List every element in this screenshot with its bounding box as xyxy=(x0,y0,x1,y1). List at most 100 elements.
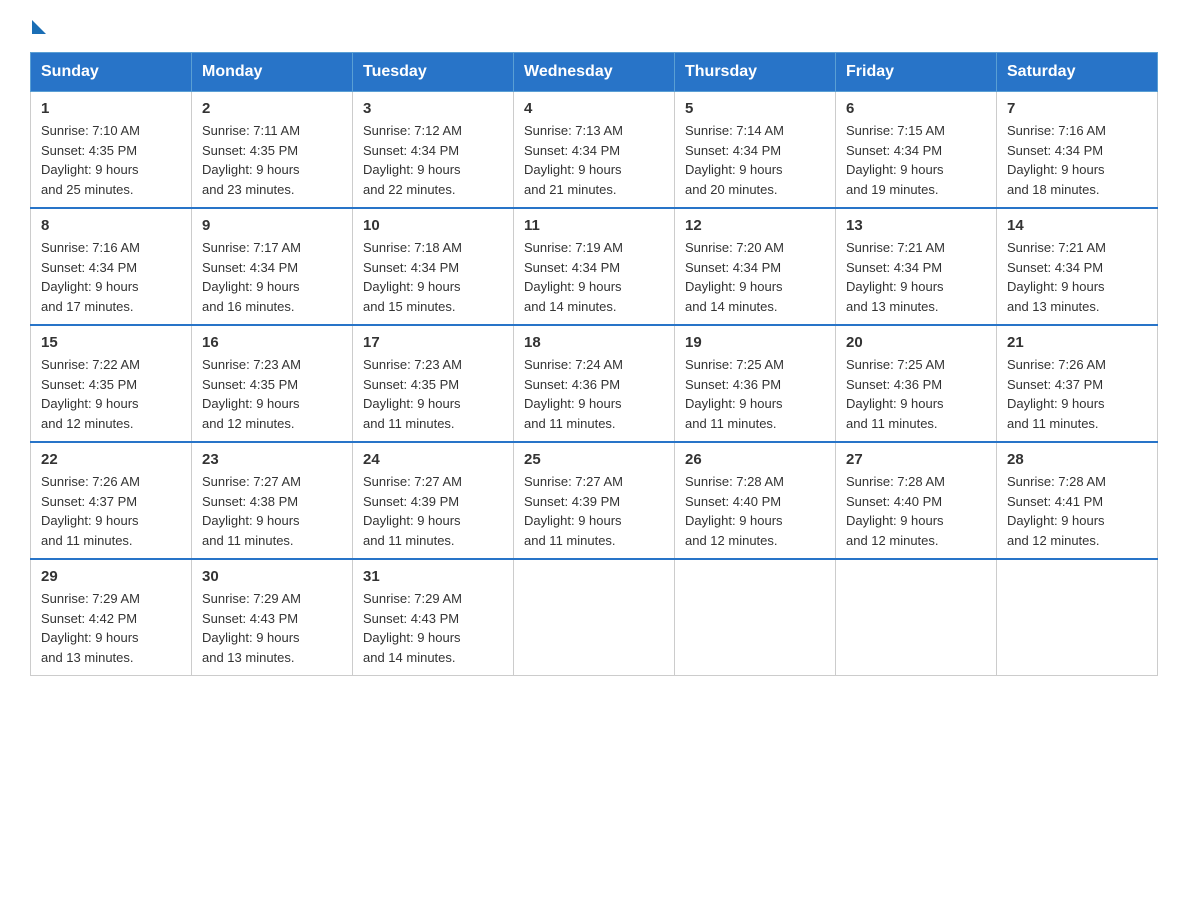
calendar-cell xyxy=(836,559,997,676)
calendar-cell: 14Sunrise: 7:21 AMSunset: 4:34 PMDayligh… xyxy=(997,208,1158,325)
header-wednesday: Wednesday xyxy=(514,53,675,92)
calendar-week-row: 8 Sunrise: 7:16 AMSunset: 4:34 PMDaylight… xyxy=(31,208,1158,325)
day-number: 3 xyxy=(363,100,503,117)
day-number: 1 xyxy=(41,100,181,117)
calendar-cell: 16 Sunrise: 7:23 AMSunset: 4:35 PMDayligh… xyxy=(192,325,353,442)
day-info: Sunrise: 7:29 AMSunset: 4:43 PMDaylight:… xyxy=(202,589,342,667)
calendar-cell: 20 Sunrise: 7:25 AMSunset: 4:36 PMDayligh… xyxy=(836,325,997,442)
day-info: Sunrise: 7:17 AMSunset: 4:34 PMDaylight:… xyxy=(202,238,342,316)
calendar-table: SundayMondayTuesdayWednesdayThursdayFrid… xyxy=(30,52,1158,676)
calendar-cell: 10 Sunrise: 7:18 AMSunset: 4:34 PMDayligh… xyxy=(353,208,514,325)
calendar-cell: 12 Sunrise: 7:20 AMSunset: 4:34 PMDayligh… xyxy=(675,208,836,325)
calendar-cell: 5 Sunrise: 7:14 AMSunset: 4:34 PMDaylight… xyxy=(675,92,836,209)
calendar-cell: 11 Sunrise: 7:19 AMSunset: 4:34 PMDayligh… xyxy=(514,208,675,325)
calendar-cell: 24 Sunrise: 7:27 AMSunset: 4:39 PMDayligh… xyxy=(353,442,514,559)
day-info: Sunrise: 7:24 AMSunset: 4:36 PMDaylight:… xyxy=(524,355,664,433)
day-number: 20 xyxy=(846,334,986,351)
day-number: 27 xyxy=(846,451,986,468)
day-info: Sunrise: 7:10 AMSunset: 4:35 PMDaylight:… xyxy=(41,121,181,199)
day-number: 9 xyxy=(202,217,342,234)
calendar-cell: 8 Sunrise: 7:16 AMSunset: 4:34 PMDaylight… xyxy=(31,208,192,325)
logo-triangle-icon xyxy=(32,20,46,34)
calendar-cell: 25 Sunrise: 7:27 AMSunset: 4:39 PMDayligh… xyxy=(514,442,675,559)
day-number: 5 xyxy=(685,100,825,117)
day-info: Sunrise: 7:29 AMSunset: 4:43 PMDaylight:… xyxy=(363,589,503,667)
calendar-cell: 7Sunrise: 7:16 AMSunset: 4:34 PMDaylight… xyxy=(997,92,1158,209)
calendar-cell: 6Sunrise: 7:15 AMSunset: 4:34 PMDaylight… xyxy=(836,92,997,209)
calendar-cell: 19Sunrise: 7:25 AMSunset: 4:36 PMDayligh… xyxy=(675,325,836,442)
calendar-cell xyxy=(514,559,675,676)
day-info: Sunrise: 7:26 AMSunset: 4:37 PMDaylight:… xyxy=(1007,355,1147,433)
calendar-cell: 28 Sunrise: 7:28 AMSunset: 4:41 PMDayligh… xyxy=(997,442,1158,559)
calendar-cell: 26 Sunrise: 7:28 AMSunset: 4:40 PMDayligh… xyxy=(675,442,836,559)
header-sunday: Sunday xyxy=(31,53,192,92)
day-number: 28 xyxy=(1007,451,1147,468)
day-number: 12 xyxy=(685,217,825,234)
day-number: 13 xyxy=(846,217,986,234)
day-info: Sunrise: 7:12 AMSunset: 4:34 PMDaylight:… xyxy=(363,121,503,199)
calendar-cell: 1 Sunrise: 7:10 AMSunset: 4:35 PMDaylight… xyxy=(31,92,192,209)
day-info: Sunrise: 7:28 AMSunset: 4:40 PMDaylight:… xyxy=(685,472,825,550)
calendar-cell: 30Sunrise: 7:29 AMSunset: 4:43 PMDayligh… xyxy=(192,559,353,676)
day-number: 25 xyxy=(524,451,664,468)
calendar-cell: 27Sunrise: 7:28 AMSunset: 4:40 PMDayligh… xyxy=(836,442,997,559)
day-info: Sunrise: 7:18 AMSunset: 4:34 PMDaylight:… xyxy=(363,238,503,316)
day-number: 15 xyxy=(41,334,181,351)
day-info: Sunrise: 7:23 AMSunset: 4:35 PMDaylight:… xyxy=(202,355,342,433)
day-info: Sunrise: 7:23 AMSunset: 4:35 PMDaylight:… xyxy=(363,355,503,433)
page-header xyxy=(30,20,1158,32)
day-info: Sunrise: 7:13 AMSunset: 4:34 PMDaylight:… xyxy=(524,121,664,199)
day-number: 8 xyxy=(41,217,181,234)
header-friday: Friday xyxy=(836,53,997,92)
calendar-cell xyxy=(997,559,1158,676)
day-number: 7 xyxy=(1007,100,1147,117)
day-number: 4 xyxy=(524,100,664,117)
day-number: 31 xyxy=(363,568,503,585)
day-info: Sunrise: 7:28 AMSunset: 4:41 PMDaylight:… xyxy=(1007,472,1147,550)
calendar-cell: 22Sunrise: 7:26 AMSunset: 4:37 PMDayligh… xyxy=(31,442,192,559)
calendar-header-row: SundayMondayTuesdayWednesdayThursdayFrid… xyxy=(31,53,1158,92)
logo xyxy=(30,20,46,32)
calendar-cell: 2Sunrise: 7:11 AMSunset: 4:35 PMDaylight… xyxy=(192,92,353,209)
day-number: 10 xyxy=(363,217,503,234)
calendar-cell: 23 Sunrise: 7:27 AMSunset: 4:38 PMDayligh… xyxy=(192,442,353,559)
calendar-cell: 31 Sunrise: 7:29 AMSunset: 4:43 PMDayligh… xyxy=(353,559,514,676)
calendar-cell: 15 Sunrise: 7:22 AMSunset: 4:35 PMDayligh… xyxy=(31,325,192,442)
day-number: 26 xyxy=(685,451,825,468)
calendar-cell xyxy=(675,559,836,676)
calendar-cell: 4 Sunrise: 7:13 AMSunset: 4:34 PMDaylight… xyxy=(514,92,675,209)
day-info: Sunrise: 7:20 AMSunset: 4:34 PMDaylight:… xyxy=(685,238,825,316)
day-info: Sunrise: 7:27 AMSunset: 4:39 PMDaylight:… xyxy=(363,472,503,550)
day-info: Sunrise: 7:27 AMSunset: 4:39 PMDaylight:… xyxy=(524,472,664,550)
day-info: Sunrise: 7:19 AMSunset: 4:34 PMDaylight:… xyxy=(524,238,664,316)
day-info: Sunrise: 7:25 AMSunset: 4:36 PMDaylight:… xyxy=(685,355,825,433)
day-number: 16 xyxy=(202,334,342,351)
header-tuesday: Tuesday xyxy=(353,53,514,92)
day-number: 24 xyxy=(363,451,503,468)
day-info: Sunrise: 7:25 AMSunset: 4:36 PMDaylight:… xyxy=(846,355,986,433)
day-number: 6 xyxy=(846,100,986,117)
day-number: 29 xyxy=(41,568,181,585)
day-number: 23 xyxy=(202,451,342,468)
day-number: 17 xyxy=(363,334,503,351)
day-info: Sunrise: 7:21 AMSunset: 4:34 PMDaylight:… xyxy=(846,238,986,316)
day-info: Sunrise: 7:21 AMSunset: 4:34 PMDaylight:… xyxy=(1007,238,1147,316)
day-info: Sunrise: 7:14 AMSunset: 4:34 PMDaylight:… xyxy=(685,121,825,199)
day-info: Sunrise: 7:11 AMSunset: 4:35 PMDaylight:… xyxy=(202,121,342,199)
calendar-cell: 3 Sunrise: 7:12 AMSunset: 4:34 PMDaylight… xyxy=(353,92,514,209)
calendar-cell: 9 Sunrise: 7:17 AMSunset: 4:34 PMDaylight… xyxy=(192,208,353,325)
header-thursday: Thursday xyxy=(675,53,836,92)
day-info: Sunrise: 7:22 AMSunset: 4:35 PMDaylight:… xyxy=(41,355,181,433)
calendar-week-row: 15 Sunrise: 7:22 AMSunset: 4:35 PMDayligh… xyxy=(31,325,1158,442)
calendar-week-row: 29 Sunrise: 7:29 AMSunset: 4:42 PMDayligh… xyxy=(31,559,1158,676)
day-number: 18 xyxy=(524,334,664,351)
day-number: 11 xyxy=(524,217,664,234)
calendar-cell: 21 Sunrise: 7:26 AMSunset: 4:37 PMDayligh… xyxy=(997,325,1158,442)
day-info: Sunrise: 7:29 AMSunset: 4:42 PMDaylight:… xyxy=(41,589,181,667)
header-monday: Monday xyxy=(192,53,353,92)
day-info: Sunrise: 7:27 AMSunset: 4:38 PMDaylight:… xyxy=(202,472,342,550)
day-number: 21 xyxy=(1007,334,1147,351)
day-info: Sunrise: 7:16 AMSunset: 4:34 PMDaylight:… xyxy=(41,238,181,316)
calendar-cell: 18 Sunrise: 7:24 AMSunset: 4:36 PMDayligh… xyxy=(514,325,675,442)
calendar-week-row: 22Sunrise: 7:26 AMSunset: 4:37 PMDayligh… xyxy=(31,442,1158,559)
